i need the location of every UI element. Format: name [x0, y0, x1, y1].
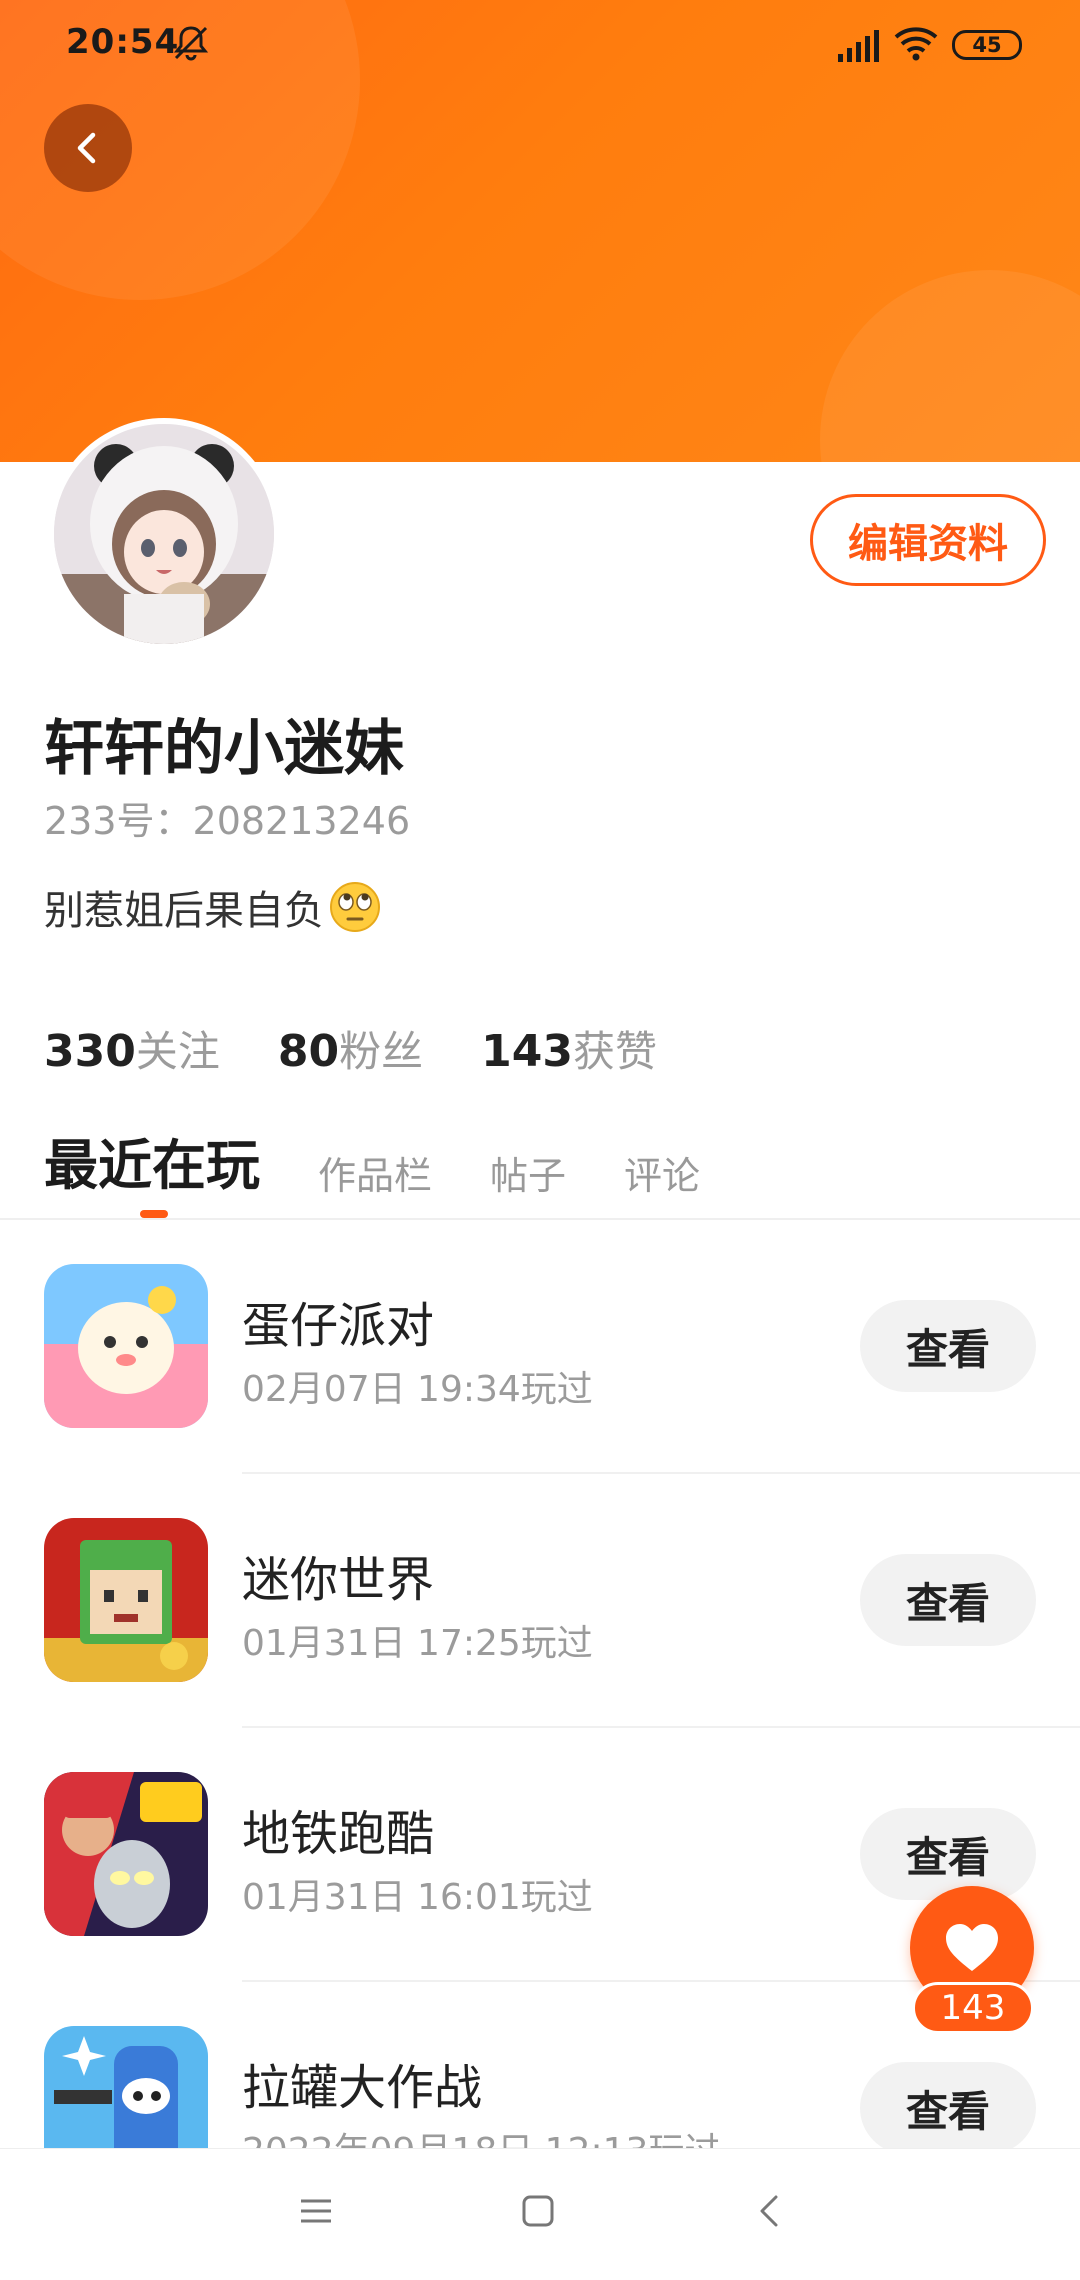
status-time: 20:54 — [66, 22, 180, 62]
view-button[interactable]: 查看 — [860, 1300, 1036, 1392]
stat-label: 关注 — [135, 1027, 220, 1076]
game-last-played: 01月31日 17:25玩过 — [242, 1623, 593, 1664]
battery-icon: 45 — [952, 30, 1022, 60]
game-last-played: 02月07日 19:34玩过 — [242, 1369, 593, 1410]
stat-value: 80 — [277, 1026, 340, 1077]
profile-name: 轩轩的小迷妹 — [44, 714, 404, 784]
home-square-icon[interactable] — [520, 2193, 556, 2229]
view-button[interactable]: 查看 — [860, 2062, 1036, 2148]
profile-screen: 20:54 45 编辑资料 轩轩的小迷妹 233号：208213246 别惹姐后… — [0, 0, 1080, 2280]
stat-likes[interactable]: 143 获赞 — [481, 1018, 657, 1079]
stat-label: 获赞 — [572, 1027, 657, 1076]
tab-comments[interactable]: 评论 — [624, 1145, 700, 1200]
tab-posts[interactable]: 帖子 — [490, 1145, 566, 1200]
signal-icon — [838, 30, 879, 62]
wifi-icon — [894, 27, 938, 61]
tab-recently-played[interactable]: 最近在玩 — [44, 1121, 260, 1200]
stat-value: 143 — [481, 1026, 573, 1077]
game-last-played: 01月31日 16:01玩过 — [242, 1877, 593, 1918]
system-nav-bar — [0, 2148, 1080, 2280]
game-icon-mini-world — [44, 1518, 208, 1682]
profile-header-banner: 20:54 45 — [0, 0, 1080, 462]
edit-profile-button[interactable]: 编辑资料 — [810, 494, 1046, 586]
stat-label: 粉丝 — [339, 1027, 424, 1076]
game-title: 迷你世界 — [242, 1552, 435, 1608]
list-item[interactable]: 蛋仔派对 02月07日 19:34玩过 查看 — [0, 1220, 1080, 1474]
profile-bio: 别惹姐后果自负 — [44, 878, 382, 936]
chevron-left-icon — [77, 132, 96, 164]
avatar[interactable] — [48, 418, 280, 650]
avatar-image — [54, 424, 274, 644]
like-count-badge: 143 — [912, 1982, 1034, 2034]
game-icon-eggy-party — [44, 1264, 208, 1428]
profile-stats: 330 关注 80 粉丝 143 获赞 — [44, 1018, 657, 1079]
view-button[interactable]: 查看 — [860, 1808, 1036, 1900]
list-item[interactable]: 迷你世界 01月31日 17:25玩过 查看 — [0, 1474, 1080, 1728]
profile-tabs: 最近在玩 作品栏 帖子 评论 — [44, 1120, 700, 1200]
game-icon-subway-surfers — [44, 1772, 208, 1936]
back-triangle-icon[interactable] — [752, 2193, 788, 2229]
profile-uid: 233号：208213246 — [44, 799, 411, 843]
stat-followers[interactable]: 80 粉丝 — [278, 1018, 423, 1079]
tab-active-indicator — [140, 1210, 168, 1218]
view-button[interactable]: 查看 — [860, 1554, 1036, 1646]
status-bar: 20:54 45 — [0, 0, 1080, 90]
game-title: 蛋仔派对 — [242, 1298, 435, 1354]
game-title: 拉罐大作战 — [242, 2060, 483, 2116]
decor-bubble — [820, 270, 1080, 462]
game-title: 地铁跑酷 — [242, 1806, 435, 1862]
game-last-played: 2022年09月18日 12:13玩过 — [242, 2122, 720, 2148]
bio-text: 别惹姐后果自负 — [44, 888, 324, 934]
stat-value: 330 — [44, 1026, 136, 1077]
stat-following[interactable]: 330 关注 — [44, 1018, 220, 1079]
heart-icon — [946, 1924, 998, 1971]
eye-roll-emoji-icon — [330, 882, 380, 932]
back-button[interactable] — [44, 104, 132, 192]
game-icon-can-battle — [44, 2026, 208, 2148]
tab-works[interactable]: 作品栏 — [318, 1145, 432, 1200]
menu-icon[interactable] — [298, 2193, 334, 2229]
mute-icon — [173, 26, 209, 61]
